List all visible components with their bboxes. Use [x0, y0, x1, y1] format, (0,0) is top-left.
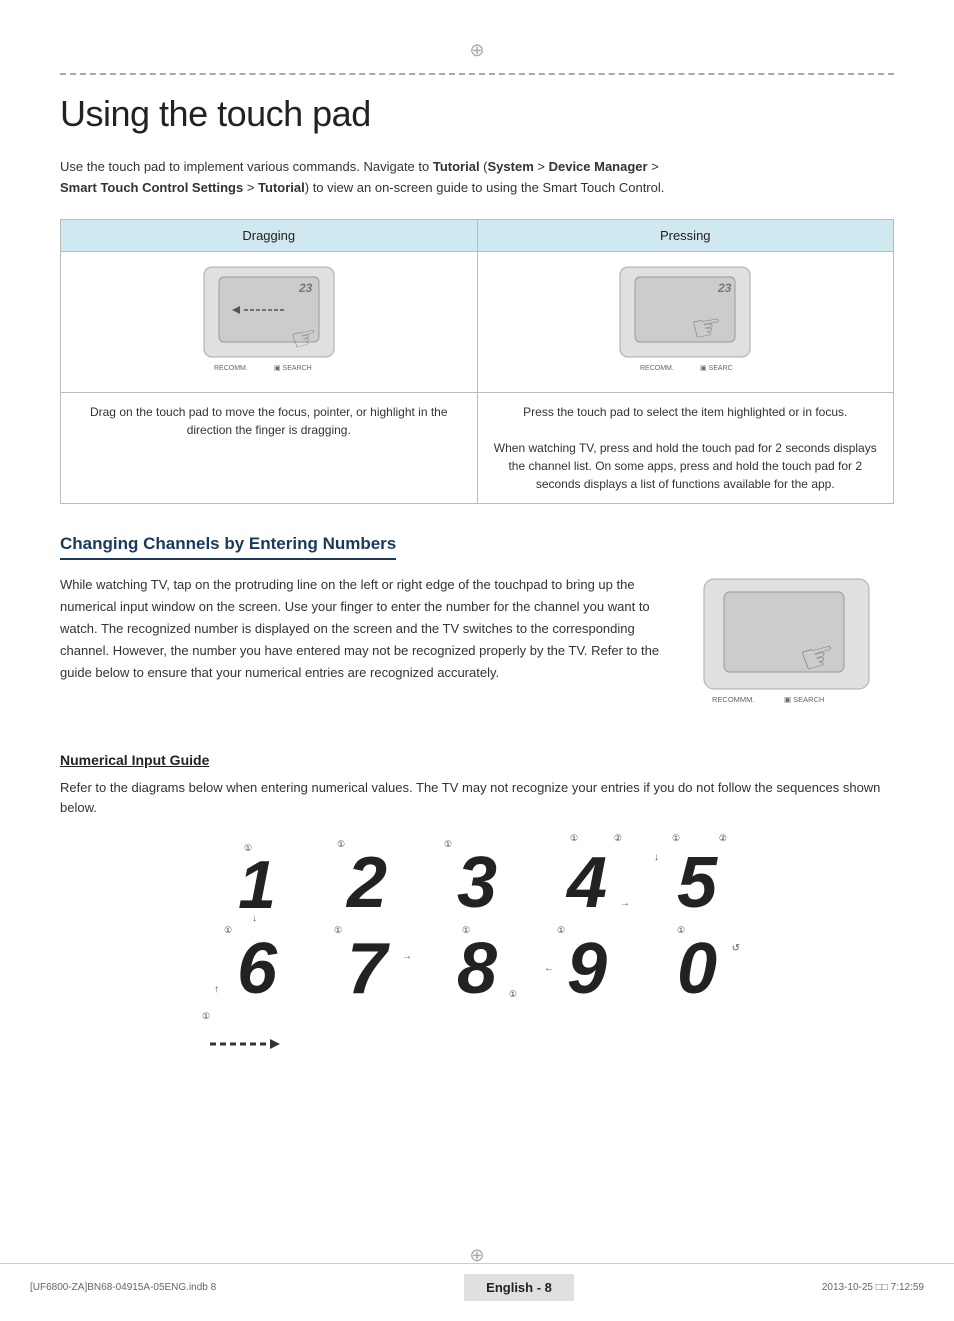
num-9: ① 9 ← — [552, 933, 622, 1005]
footer-right: 2013-10-25 □□ 7:12:59 — [822, 1282, 924, 1293]
page-wrapper: ⊕ Using the touch pad Use the touch pad … — [0, 0, 954, 1321]
page-title: Using the touch pad — [60, 93, 894, 135]
reg-mark-bottom: ⊕ — [469, 1245, 484, 1266]
num-4: ① ② 4 → — [552, 847, 622, 919]
channel-remote-svg: ☞ RECOMMM. ▣ SEARCH — [694, 574, 884, 719]
touch-table: Dragging Pressing ☞ 23 — [60, 219, 894, 504]
table-cell-pressing-img: ☞ 23 RECOMM. ▣ SEARC — [477, 251, 894, 392]
reg-mark-top: ⊕ — [60, 40, 894, 61]
tutorial-bold: Tutorial — [433, 159, 480, 174]
svg-text:RECOMM.: RECOMM. — [640, 365, 674, 372]
pressing-desc1: Press the touch pad to select the item h… — [523, 405, 847, 419]
svg-text:▣ SEARCH: ▣ SEARCH — [274, 365, 312, 372]
dragging-remote-svg: ☞ 23 RECOMM. ▣ SEARCH — [184, 262, 354, 382]
svg-text:23: 23 — [298, 281, 313, 295]
num-2: ① 2 — [332, 847, 402, 919]
device-manager-bold: Device Manager — [549, 159, 648, 174]
tutorial2-bold: Tutorial — [258, 180, 305, 195]
pressing-desc2: When watching TV, press and hold the tou… — [494, 441, 877, 491]
svg-text:▣ SEARCH: ▣ SEARCH — [784, 695, 824, 704]
svg-text:23: 23 — [717, 281, 732, 295]
channel-section-heading: Changing Channels by Entering Numbers — [60, 534, 396, 560]
top-dashed-line — [60, 73, 894, 75]
page-footer: [UF6800-ZA]BN68-04915A-05ENG.indb 8 Engl… — [0, 1263, 954, 1301]
smart-touch-bold: Smart Touch Control Settings — [60, 180, 243, 195]
num-7: ① 7 → — [332, 933, 402, 1005]
footer-left: [UF6800-ZA]BN68-04915A-05ENG.indb 8 — [30, 1282, 216, 1293]
num-row-2: ① 6 ↑ ① 7 → ① 8 ① ① 9 ← — [60, 933, 894, 1005]
num-guide-subheading: Numerical Input Guide — [60, 752, 894, 768]
table-header-pressing: Pressing — [477, 219, 894, 251]
num-5: ① ② 5 ↓ — [662, 847, 732, 919]
num-8: ① 8 ① — [442, 933, 512, 1005]
num-guide-para: Refer to the diagrams below when enterin… — [60, 778, 894, 820]
arrow3: > — [243, 180, 258, 195]
table-cell-dragging-img: ☞ 23 RECOMM. ▣ SEARCH — [61, 251, 478, 392]
intro-text-before: Use the touch pad to implement various c… — [60, 159, 433, 174]
num-row-1: ① 1 ↓ ① 2 ① 3 ① ② 4 → ① — [60, 847, 894, 919]
intro-text-after: ) to view an on-screen guide to using th… — [305, 180, 665, 195]
dash-svg — [205, 1029, 285, 1059]
channel-body-text: While watching TV, tap on the protruding… — [60, 574, 670, 684]
arrow1: > — [534, 159, 549, 174]
num-row-3: ① — [60, 1019, 894, 1052]
svg-text:☞: ☞ — [688, 305, 726, 349]
pressing-remote-svg: ☞ 23 RECOMM. ▣ SEARC — [600, 262, 770, 382]
footer-center: English - 8 — [464, 1274, 574, 1301]
intro-paragraph: Use the touch pad to implement various c… — [60, 157, 894, 199]
num-1: ① 1 ↓ — [222, 851, 292, 919]
intro-mid1: ( — [480, 159, 488, 174]
arrow2: > — [648, 159, 659, 174]
svg-text:RECOMMM.: RECOMMM. — [712, 695, 755, 704]
num-dash: ① — [200, 1019, 290, 1052]
num-0: ① 0 ↺ — [662, 933, 732, 1005]
channel-img-container: ☞ RECOMMM. ▣ SEARCH — [694, 574, 894, 722]
table-header-dragging: Dragging — [61, 219, 478, 251]
svg-text:RECOMM.: RECOMM. — [214, 365, 248, 372]
system-bold: System — [488, 159, 534, 174]
svg-text:▣ SEARC: ▣ SEARC — [700, 365, 733, 372]
channel-section: Changing Channels by Entering Numbers Wh… — [60, 534, 894, 722]
num-3: ① 3 — [442, 847, 512, 919]
table-desc-pressing: Press the touch pad to select the item h… — [477, 392, 894, 503]
channel-content: While watching TV, tap on the protruding… — [60, 574, 894, 722]
table-desc-dragging: Drag on the touch pad to move the focus,… — [61, 392, 478, 503]
num-6: ① 6 ↑ — [222, 933, 292, 1005]
num-guide-section: Numerical Input Guide Refer to the diagr… — [60, 752, 894, 1053]
